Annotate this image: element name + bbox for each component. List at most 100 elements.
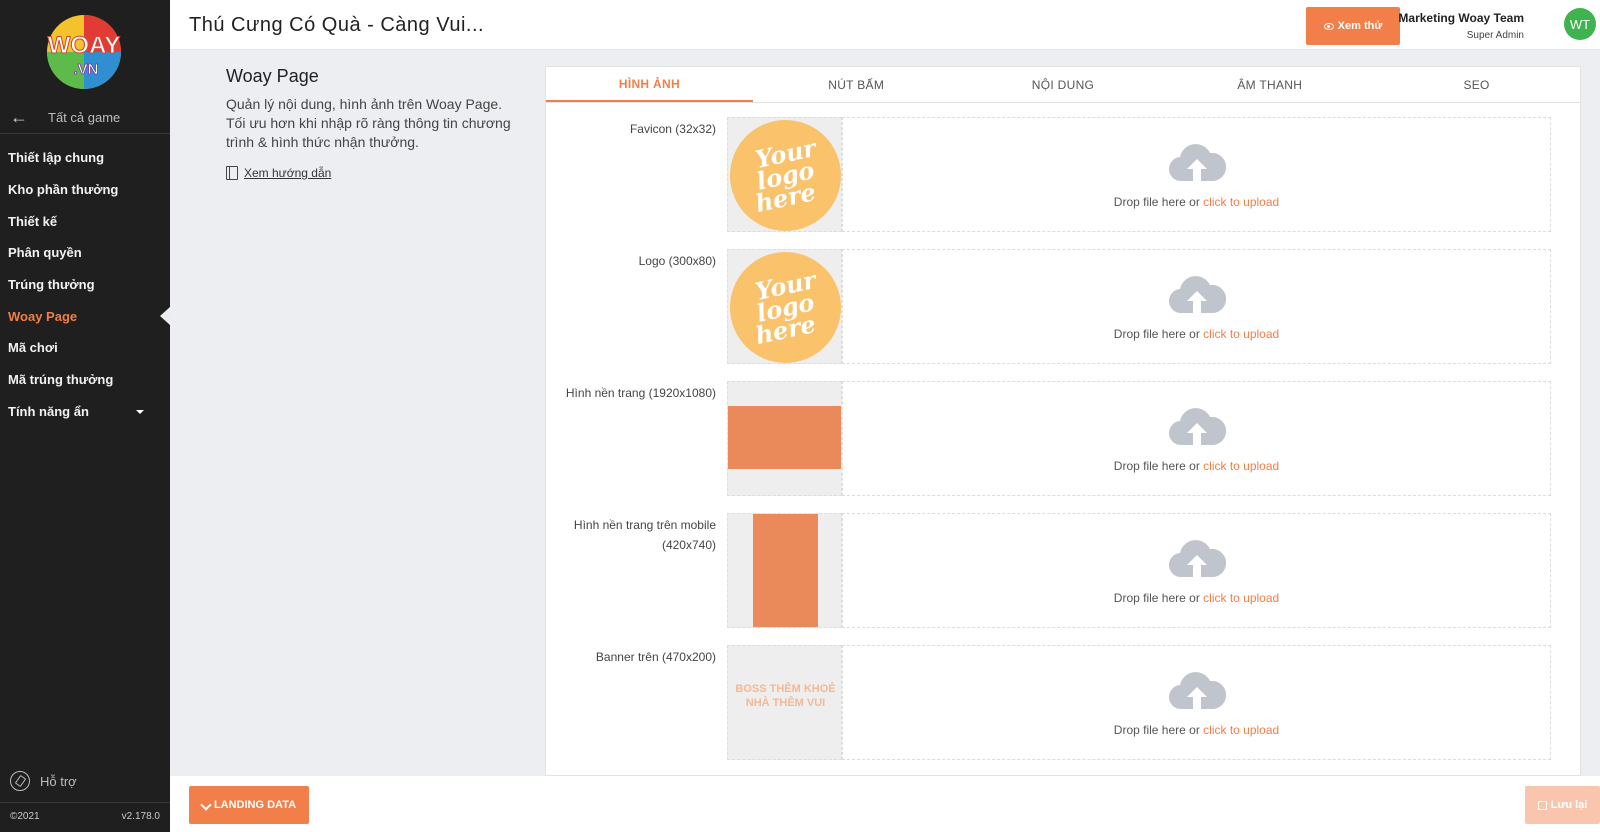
logo-placeholder: Your logo here: [730, 120, 841, 231]
sidebar-footer: ©2021 v2.178.0: [0, 802, 170, 822]
sidebar-item-design[interactable]: Thiết kế: [0, 205, 170, 237]
background-dropzone[interactable]: Drop file here or click to upload: [842, 381, 1551, 496]
intro-section: Woay Page Quản lý nội dung, hình ảnh trê…: [226, 66, 526, 180]
preview-button[interactable]: Xem thử: [1306, 7, 1400, 45]
woay-logo[interactable]: WOAY .VN: [36, 12, 132, 92]
support-link[interactable]: Hỗ trợ: [10, 771, 77, 791]
save-button[interactable]: Lưu lại: [1525, 786, 1600, 824]
drop-text: Drop file here or click to upload: [1113, 458, 1280, 473]
bottom-bar: LANDING DATA Lưu lại: [170, 776, 1600, 832]
tab-seo[interactable]: SEO: [1373, 67, 1580, 102]
sidebar-nav: Thiết lập chung Kho phần thưởng Thiết kế…: [0, 142, 170, 427]
banner-dropzone[interactable]: Drop file here or click to upload: [842, 645, 1551, 760]
drop-text: Drop file here or click to upload: [1113, 194, 1280, 209]
upload-row-mobile-background: Hình nền trang trên mobile (420x740) Dro…: [546, 513, 1580, 645]
upload-link[interactable]: click to upload: [1203, 459, 1279, 473]
tab-images[interactable]: HÌNH ẢNH: [546, 67, 753, 102]
logo-dropzone[interactable]: Drop file here or click to upload: [842, 249, 1551, 364]
banner-text: BOSS THÊM KHOẺ NHÀ THÊM VUI: [728, 682, 841, 710]
sidebar-item-play-codes[interactable]: Mã chơi: [0, 332, 170, 364]
logo-text-top: WOAY: [48, 32, 120, 59]
field-label: Banner trên (470x200): [595, 650, 716, 664]
tab-bar: HÌNH ẢNH NÚT BẤM NỘI DUNG ÂM THANH SEO: [546, 67, 1580, 103]
drop-text: Drop file here or click to upload: [1113, 590, 1280, 605]
upload-row-logo: Logo (300x80) Your logo here Drop file h…: [546, 249, 1580, 381]
banner-preview: BOSS THÊM KHOẺ NHÀ THÊM VUI: [727, 645, 842, 760]
tab-content[interactable]: NỘI DUNG: [960, 67, 1167, 102]
section-description: Quản lý nội dung, hình ảnh trên Woay Pag…: [226, 96, 511, 150]
caret-down-icon: [136, 409, 144, 414]
sidebar-item-label: Mã trúng thưởng: [8, 372, 114, 388]
preview-label: Xem thử: [1337, 20, 1383, 32]
cloud-upload-icon: [1168, 275, 1226, 313]
sidebar-item-label: Thiết lập chung: [8, 150, 105, 166]
back-label: Tất cả game: [48, 110, 121, 125]
logo-text-bottom: .VN: [73, 61, 98, 78]
mobile-background-image: [753, 514, 818, 627]
sidebar-item-label: Trúng thưởng: [8, 277, 95, 293]
cloud-upload-icon: [1168, 539, 1226, 577]
eye-icon: [1323, 22, 1334, 30]
landing-label: LANDING DATA: [213, 799, 297, 811]
sidebar-item-label: Kho phần thưởng: [8, 182, 119, 198]
sidebar-item-rewards[interactable]: Kho phần thưởng: [0, 174, 170, 206]
tab-sound[interactable]: ÂM THANH: [1166, 67, 1373, 102]
sidebar-item-winning-codes[interactable]: Mã trúng thưởng: [0, 364, 170, 396]
sidebar-item-label: Tính năng ẩn: [8, 403, 89, 419]
sidebar-item-label: Mã chơi: [8, 340, 58, 356]
cloud-upload-icon: [1168, 407, 1226, 445]
banner-line: NHÀ THÊM VUI: [745, 697, 826, 709]
landing-data-button[interactable]: LANDING DATA: [189, 786, 309, 824]
sidebar-item-label: Phân quyền: [8, 245, 82, 261]
background-preview: [727, 381, 842, 496]
mobile-background-dropzone[interactable]: Drop file here or click to upload: [842, 513, 1551, 628]
upload-link[interactable]: click to upload: [1203, 327, 1279, 341]
user-name[interactable]: Marketing Woay Team: [1398, 11, 1524, 25]
sidebar-item-label: Woay Page: [8, 308, 78, 324]
sidebar: WOAY .VN ← Tất cả game Thiết lập chung K…: [0, 0, 170, 832]
field-label: Logo (300x80): [638, 254, 716, 268]
drop-text: Drop file here or click to upload: [1113, 722, 1280, 737]
banner-line: BOSS THÊM KHOẺ: [735, 683, 836, 695]
pencil-icon: [200, 799, 212, 811]
avatar[interactable]: WT: [1564, 8, 1596, 40]
compass-icon: [10, 771, 30, 791]
logo-preview: Your logo here: [727, 249, 842, 364]
favicon-preview: Your logo here: [727, 117, 842, 232]
sidebar-item-woay-page[interactable]: Woay Page: [0, 300, 170, 332]
book-icon: [226, 166, 238, 180]
tab-buttons[interactable]: NÚT BẤM: [753, 67, 960, 102]
mobile-background-preview: [727, 513, 842, 628]
field-label: Favicon (32x32): [629, 122, 716, 136]
top-header: Thú Cưng Có Quà - Càng Vui... Xem thử Ma…: [170, 0, 1600, 50]
upload-row-favicon: Favicon (32x32) Your logo here Drop file…: [546, 117, 1580, 249]
version: v2.178.0: [121, 811, 160, 822]
sidebar-item-hidden-features[interactable]: Tính năng ẩn: [0, 396, 170, 428]
upload-rows: Favicon (32x32) Your logo here Drop file…: [546, 103, 1580, 777]
upload-link[interactable]: click to upload: [1203, 723, 1279, 737]
section-title: Woay Page: [226, 66, 319, 86]
upload-link[interactable]: click to upload: [1203, 591, 1279, 605]
save-label: Lưu lại: [1550, 799, 1588, 811]
copyright: ©2021: [10, 811, 40, 822]
background-image: [728, 406, 841, 469]
arrow-left-icon: ←: [10, 107, 28, 127]
page-title: Thú Cưng Có Quà - Càng Vui...: [189, 14, 485, 36]
logo-placeholder: Your logo here: [730, 252, 841, 363]
field-label: Hình nền trang trên mobile (420x740): [573, 518, 716, 552]
guide-link[interactable]: Xem hướng dẫn: [226, 166, 526, 180]
settings-panel: HÌNH ẢNH NÚT BẤM NỘI DUNG ÂM THANH SEO F…: [545, 66, 1581, 776]
upload-row-banner: Banner trên (470x200) BOSS THÊM KHOẺ NHÀ…: [546, 645, 1580, 777]
cloud-upload-icon: [1168, 671, 1226, 709]
sidebar-item-general-settings[interactable]: Thiết lập chung: [0, 142, 170, 174]
cloud-upload-icon: [1168, 143, 1226, 181]
drop-text: Drop file here or click to upload: [1113, 326, 1280, 341]
floppy-icon: [1537, 800, 1547, 810]
support-label: Hỗ trợ: [40, 773, 77, 789]
back-to-all-games[interactable]: ← Tất cả game: [0, 107, 170, 134]
sidebar-item-permissions[interactable]: Phân quyền: [0, 237, 170, 269]
favicon-dropzone[interactable]: Drop file here or click to upload: [842, 117, 1551, 232]
sidebar-item-label: Thiết kế: [8, 213, 58, 229]
upload-link[interactable]: click to upload: [1203, 195, 1279, 209]
sidebar-item-winners[interactable]: Trúng thưởng: [0, 269, 170, 301]
